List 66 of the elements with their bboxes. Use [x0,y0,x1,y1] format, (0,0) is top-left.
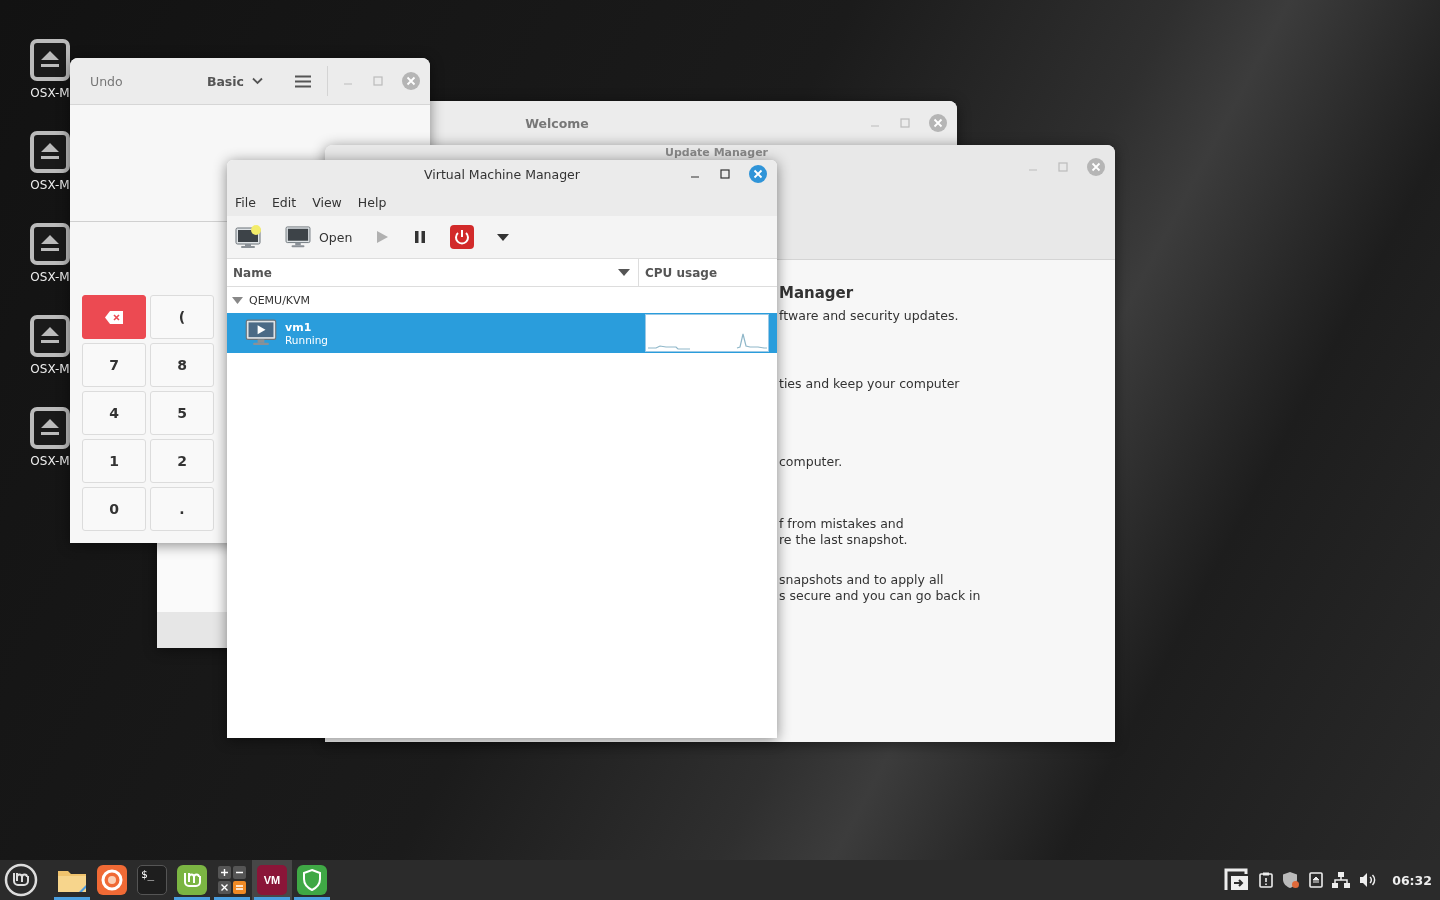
eject-file-icon[interactable] [29,314,71,358]
calculator-icon [217,865,247,895]
menu-item[interactable]: Help [357,194,387,210]
eject-file-icon[interactable] [29,130,71,174]
monitor-icon [285,225,311,249]
calculator-key[interactable]: 0 [82,487,146,531]
calculator-key[interactable]: 4 [82,391,146,435]
description-text: ties and keep your computer [779,376,961,392]
desktop-icon-label[interactable]: OSX-M [30,362,70,376]
description-text: re the last snapshot. [779,532,909,548]
eject-file-icon[interactable] [29,222,71,266]
calculator-key[interactable]: 8 [150,343,214,387]
window-switch-icon[interactable] [1224,868,1251,892]
chevron-icon [252,77,263,85]
calculator-key[interactable]: . [150,487,214,531]
description-text: computer. [779,454,844,470]
maximize-button[interactable] [719,168,731,180]
calculator-key[interactable]: 7 [82,343,146,387]
backspace-button[interactable] [82,295,146,339]
calculator-key[interactable]: 1 [82,439,146,483]
description-text: ftware and security updates. [779,308,960,324]
new-vm-button[interactable] [235,225,263,249]
menu-item[interactable]: View [312,194,342,210]
shield-alert-icon[interactable] [1282,871,1301,889]
clipboard-icon[interactable] [1259,872,1274,888]
window-title: Update Manager [665,146,769,159]
desktop-icon-label[interactable]: OSX-M [30,454,70,468]
group-label[interactable]: QEMU/KVM [249,293,311,307]
column-header[interactable]: CPU usage [639,259,724,286]
backspace-icon [105,310,123,324]
power-button[interactable] [450,225,475,249]
description-text: s secure and you can go back in [779,588,982,604]
desktop-icon-label[interactable]: OSX-M [30,86,70,100]
vm-status: Running [285,333,330,346]
menu-button[interactable] [295,74,311,88]
calculator-key[interactable]: 2 [150,439,214,483]
window-title: Welcome [525,115,589,131]
vm-monitor-icon [245,319,277,347]
open-button[interactable]: Open [285,225,353,249]
eject-file-icon[interactable] [29,38,71,82]
network-icon[interactable] [1332,872,1351,888]
mode-dropdown[interactable]: Basic [206,73,263,89]
dropdown-button[interactable] [496,232,511,242]
close-button[interactable] [749,165,767,183]
mint-logo-icon [177,865,207,895]
menu-item[interactable]: Edit [271,194,297,210]
description-text: f from mistakes and [779,516,905,532]
eject-icon[interactable] [1309,872,1324,888]
undo-button[interactable]: Undo [90,73,123,89]
vm-name: vm1 [285,320,313,334]
column-header[interactable]: Name [227,259,639,286]
expander-icon[interactable] [232,294,243,306]
menu-item[interactable]: File [235,194,256,210]
clock[interactable]: 06:32 [1392,872,1432,888]
volume-icon[interactable] [1359,872,1378,888]
calculator-key[interactable]: ( [150,295,214,339]
heading: Manager [779,284,855,302]
calculator-key[interactable]: 5 [150,391,214,435]
desktop-icon-label[interactable]: OSX-M [30,178,70,192]
window-title: Virtual Machine Manager [424,166,580,182]
desktop-icon-label[interactable]: OSX-M [30,270,70,284]
shield-icon [297,865,327,895]
start-menu-button[interactable] [4,863,38,897]
eject-file-icon[interactable] [29,406,71,450]
sort-icon [618,268,630,277]
description-text: snapshots and to apply all [779,572,945,588]
